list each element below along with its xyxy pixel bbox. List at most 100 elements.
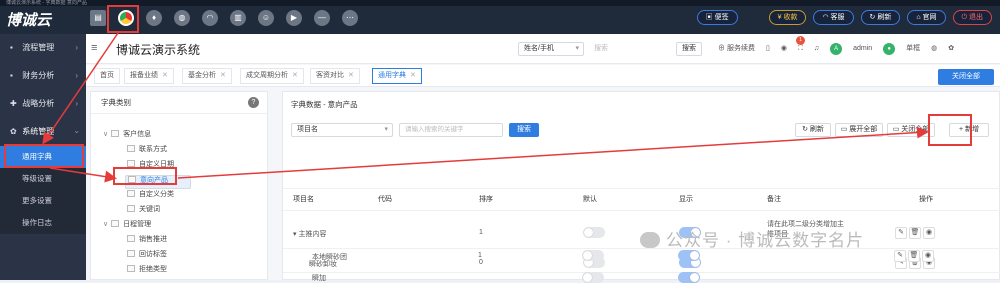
bell-icon[interactable]: ♫	[814, 42, 819, 56]
keyword-input[interactable]: 请输入搜索的关键字	[399, 123, 503, 137]
mobile-icon[interactable]: ▯	[766, 42, 770, 56]
search-button[interactable]: 搜索	[509, 123, 539, 137]
sidebar-sub-more[interactable]: 更多设置	[0, 190, 86, 212]
gear-icon[interactable]: ✿	[948, 42, 954, 56]
default-toggle[interactable]	[582, 272, 604, 283]
col-show: 显示	[679, 196, 693, 203]
search-type-select[interactable]: 姓名/手机 ▾	[518, 42, 584, 56]
eye-icon[interactable]: ◉	[923, 227, 935, 239]
close-icon[interactable]: ✕	[292, 72, 298, 79]
caret-down-icon[interactable]: ∨	[103, 131, 108, 138]
close-all-button[interactable]: 关闭全部	[938, 69, 994, 85]
note-button[interactable]: ▣ 便签	[696, 10, 738, 25]
search-input[interactable]: 搜索	[594, 42, 608, 56]
avatar[interactable]: A	[830, 43, 843, 55]
chevron-right-icon: ›	[75, 99, 78, 108]
sidebar-item-strategy[interactable]: ✚ 战略分析 ›	[0, 90, 86, 118]
service-renew-link[interactable]: ⊕ 服务续费	[718, 42, 755, 56]
sidebar-sub-log[interactable]: 操作日志	[0, 212, 86, 234]
tab-home[interactable]: 首页	[94, 68, 120, 84]
table-divider	[283, 188, 1000, 189]
close-icon[interactable]: ✕	[348, 72, 354, 79]
tree-node-schedule[interactable]: ∨ 日程管理	[103, 220, 151, 230]
finance-icon: ▪	[10, 71, 13, 80]
refresh-button[interactable]: ↻ 刷新	[860, 10, 901, 25]
app-logo: 博诚云	[6, 12, 52, 29]
edit-icon[interactable]: ✎	[895, 227, 907, 239]
tree-node-custom-class[interactable]: 自定义分类	[127, 190, 174, 200]
show-toggle[interactable]	[678, 272, 700, 283]
sidebar-sub-level[interactable]: 等级设置	[0, 168, 86, 190]
tree-node-reject[interactable]: 拒绝类型	[127, 265, 167, 275]
tree-node-contact[interactable]: 联系方式	[127, 145, 167, 155]
file-icon	[127, 190, 135, 197]
mode-icon[interactable]: ●	[883, 43, 896, 55]
tree-node-intent-product[interactable]: 意向产品	[125, 175, 191, 189]
website-button[interactable]: ⌂ 官网	[907, 10, 946, 25]
notification-icon[interactable]: ◉	[781, 42, 787, 56]
headset-icon[interactable]: ◠	[202, 10, 218, 26]
trash-icon[interactable]: 🗑	[908, 250, 920, 262]
col-note: 备注	[767, 196, 781, 203]
tab-fund[interactable]: 基金分析 ✕	[182, 68, 232, 84]
row-name[interactable]: 瞬加	[312, 273, 326, 283]
globe-icon[interactable]: ◍	[931, 42, 937, 56]
username[interactable]: admin	[853, 42, 872, 56]
tree-node-keyword[interactable]: 关键词	[127, 205, 160, 215]
close-icon[interactable]: ✕	[410, 72, 416, 79]
edit-icon[interactable]: ✎	[894, 250, 906, 262]
minus-icon[interactable]: —	[314, 10, 330, 26]
menu-toggle-icon[interactable]: ≡	[91, 42, 97, 54]
filter-field-select[interactable]: 项目名 ▾	[291, 123, 393, 137]
globe-icon[interactable]: ◍	[174, 10, 190, 26]
window-title: 博诚云演示系统 - 字典数据 意向产品	[0, 0, 1000, 6]
bottle-icon[interactable]: ♦	[146, 10, 162, 26]
folder-icon[interactable]: ▤	[90, 10, 106, 26]
search-button[interactable]: 搜索	[676, 42, 702, 56]
close-icon[interactable]: ✕	[162, 72, 168, 79]
tree-node-customer[interactable]: ∨ 客户信息	[103, 130, 151, 140]
trash-icon[interactable]: 🗑	[909, 227, 921, 239]
help-icon[interactable]: ?	[248, 97, 259, 108]
col-default: 默认	[583, 196, 597, 203]
service-button[interactable]: ◠ 客服	[813, 10, 854, 25]
default-toggle[interactable]	[583, 227, 605, 238]
tree-node-sales[interactable]: 销售推进	[127, 235, 167, 245]
dots-icon[interactable]: ⋯	[342, 10, 358, 26]
refresh-button[interactable]: ↻ 刷新	[795, 123, 831, 137]
tree-node-custom-date[interactable]: 自定义日期	[127, 160, 174, 170]
collapse-all-button[interactable]: ▭ 关闭全部	[887, 123, 935, 137]
users-icon[interactable]: ☺	[258, 10, 274, 26]
row-name[interactable]: 本地瞬砂团	[312, 252, 347, 262]
chrome-icon[interactable]	[118, 10, 134, 26]
mode-label[interactable]: 单框	[906, 42, 920, 56]
close-icon[interactable]: ✕	[220, 72, 226, 79]
tab-dictionary[interactable]: 通用字典 ✕	[372, 68, 422, 84]
col-name: 项目名	[293, 196, 314, 203]
header: ≡ 博诚云演示系统 姓名/手机 ▾ 搜索 搜索 ⊕ 服务续费 ▯ ◉ ⛶ ♫ A …	[86, 34, 1000, 64]
tab-report[interactable]: 报备业绩 ✕	[124, 68, 174, 84]
chart-icon[interactable]: ▥	[230, 10, 246, 26]
row-name[interactable]: ▾ 主推内容	[293, 229, 326, 239]
col-sort: 排序	[479, 196, 493, 203]
eye-icon[interactable]: ◉	[922, 250, 934, 262]
show-toggle[interactable]	[678, 250, 700, 261]
tab-cycle[interactable]: 成交周期分析 ✕	[240, 68, 304, 84]
sidebar-item-system[interactable]: ✿ 系统管理 ›	[0, 118, 86, 146]
notify-badge: 1	[796, 36, 805, 45]
sidebar-item-process[interactable]: ▪ 流程管理 ›	[0, 34, 86, 62]
default-toggle[interactable]	[582, 250, 604, 261]
logout-button[interactable]: ⏻ 退出	[952, 10, 992, 25]
tree-node-visit-tag[interactable]: 回访标签	[127, 250, 167, 260]
play-icon[interactable]: ▶	[286, 10, 302, 26]
caret-down-icon[interactable]: ∨	[103, 221, 108, 228]
expand-all-button[interactable]: ▭ 展开全部	[835, 123, 883, 137]
category-panel: 字典类别 ? ∨ 客户信息 联系方式 自定义日期 意向产品 自定义分类 关键词 ∨…	[90, 91, 268, 280]
sidebar-sub-dictionary[interactable]: 通用字典	[0, 146, 86, 168]
payment-button[interactable]: ¥ 收款	[768, 10, 807, 25]
table-divider	[283, 210, 1000, 211]
file-icon	[127, 160, 135, 167]
tab-compare[interactable]: 客资对比 ✕	[310, 68, 360, 84]
add-button[interactable]: + 新增	[949, 123, 989, 137]
sidebar-item-finance[interactable]: ▪ 财务分析 ›	[0, 62, 86, 90]
